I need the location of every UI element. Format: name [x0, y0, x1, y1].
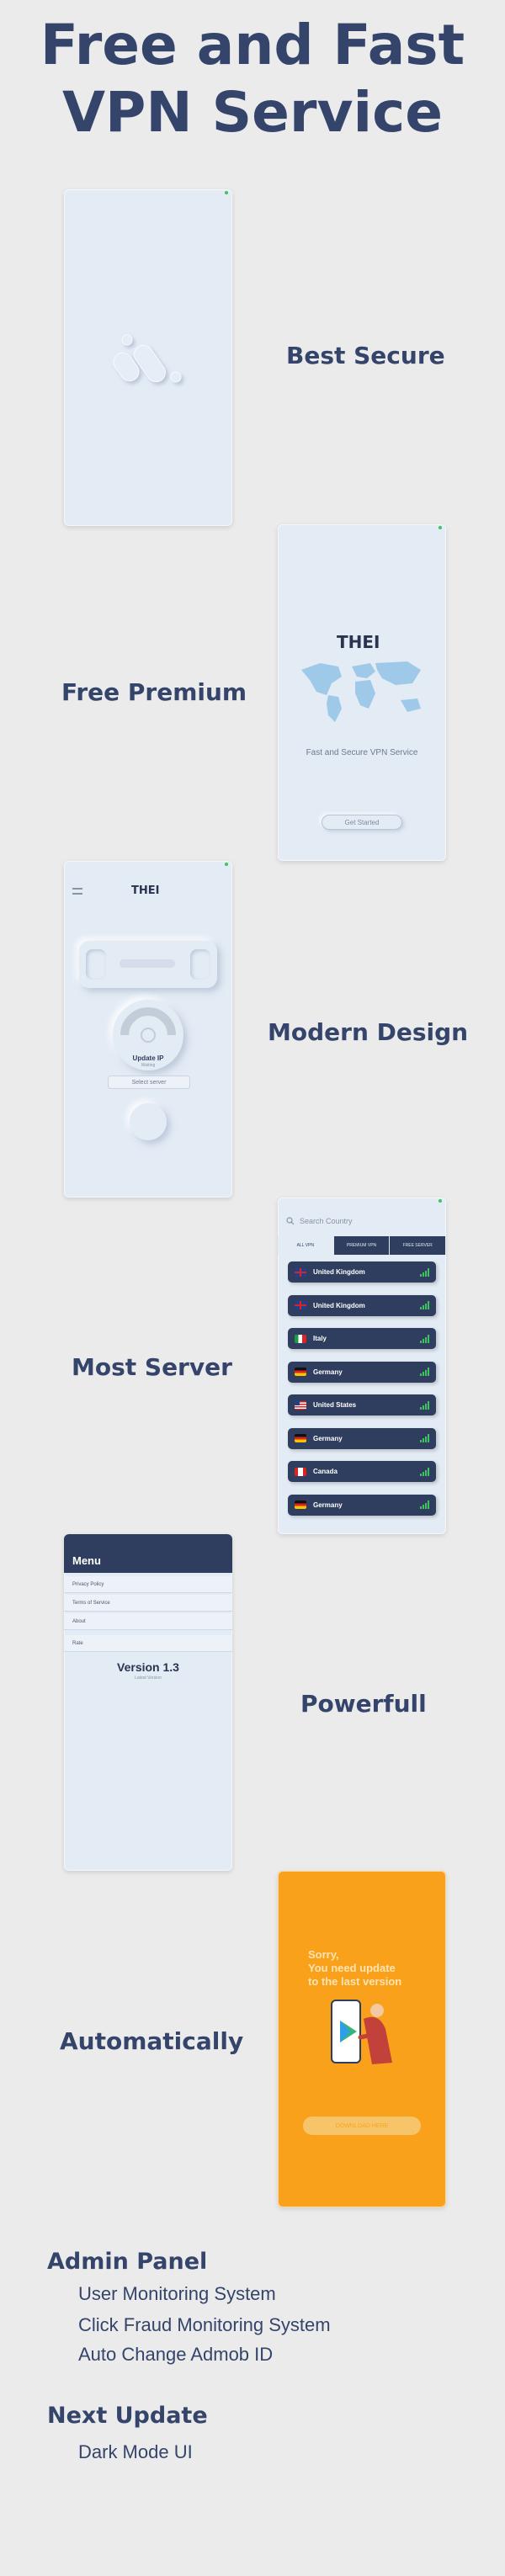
- brand-name: THEI: [337, 632, 380, 652]
- server-item[interactable]: Germany: [288, 1361, 436, 1383]
- select-server-button[interactable]: Select server: [108, 1076, 190, 1089]
- server-item[interactable]: Germany: [288, 1427, 436, 1449]
- update-message: Sorry, You need update to the last versi…: [308, 1948, 401, 1989]
- server-country: Germany: [313, 1434, 343, 1442]
- version-sub-label: Latest Version: [135, 1676, 162, 1681]
- app-tagline: Fast and Secure VPN Service: [306, 748, 418, 757]
- signal-icon: [420, 1500, 429, 1509]
- download-update-button[interactable]: DOWNLOAD HERE: [303, 2117, 421, 2135]
- upload-icon: [86, 949, 106, 980]
- flag-us-icon: [295, 1400, 306, 1410]
- world-map-icon: [301, 661, 421, 722]
- server-country: United States: [313, 1401, 357, 1409]
- update-message-line1: Sorry,: [308, 1948, 339, 1961]
- signal-icon: [420, 1301, 429, 1309]
- phone-screen-menu: Menu Privacy Policy Terms of Service Abo…: [64, 1534, 232, 1871]
- hamburger-menu-icon[interactable]: [72, 888, 82, 895]
- tab-premium-vpn[interactable]: PREMIUM VPN: [333, 1236, 391, 1255]
- phone-screen-update: Sorry, You need update to the last versi…: [278, 1871, 446, 2207]
- feature-label-modern-design: Modern Design: [268, 1018, 469, 1046]
- update-message-line3: to the last version: [308, 1975, 402, 1988]
- status-bar: [64, 861, 232, 869]
- hero-title: Free and Fast VPN Service: [0, 12, 505, 146]
- phone-screen-connect: THEI Update IP Waiting Select server: [64, 861, 232, 1198]
- menu-item-terms[interactable]: Terms of Service: [64, 1595, 232, 1612]
- server-country: Canada: [313, 1468, 338, 1475]
- tab-free-server[interactable]: FREE SERVER: [390, 1236, 446, 1255]
- phone-update-illustration-icon: [331, 2000, 392, 2064]
- server-item[interactable]: Germany: [288, 1494, 436, 1516]
- status-bar: [64, 1534, 232, 1543]
- signal-icon: [420, 1334, 429, 1343]
- server-tabs: ALL VPN PREMIUM VPN FREE SERVER: [278, 1236, 446, 1255]
- search-icon: [286, 1217, 295, 1225]
- phone-screen-splash: [64, 189, 232, 526]
- next-update-heading: Next Update: [47, 2403, 208, 2429]
- feature-label-powerfull: Powerfull: [300, 1690, 427, 1718]
- server-country: Germany: [313, 1368, 343, 1376]
- admin-item: Auto Change Admob ID: [78, 2344, 274, 2365]
- status-title: Update IP: [132, 1054, 164, 1062]
- menu-item-rate[interactable]: Rate: [64, 1635, 232, 1652]
- signal-icon: [420, 1434, 429, 1442]
- next-update-item: Dark Mode UI: [78, 2441, 193, 2462]
- status-bar: [64, 189, 232, 198]
- server-item[interactable]: Canada: [288, 1461, 436, 1482]
- update-message-line2: You need update: [308, 1962, 396, 1974]
- server-country: Italy: [313, 1335, 327, 1342]
- speed-indicator: [120, 959, 175, 968]
- status-bar: [278, 524, 446, 533]
- flag-italy-icon: [295, 1334, 306, 1343]
- server-list: United Kingdom United Kingdom Italy Germ…: [288, 1261, 436, 1527]
- admin-item: User Monitoring System: [78, 2283, 276, 2304]
- admin-panel-heading: Admin Panel: [47, 2249, 208, 2275]
- feature-label-free-premium: Free Premium: [61, 678, 247, 706]
- hero-title-line2: VPN Service: [61, 80, 444, 145]
- server-item[interactable]: Italy: [288, 1328, 436, 1349]
- admin-item: Click Fraud Monitoring System: [78, 2314, 331, 2335]
- status-bar: [278, 1198, 446, 1206]
- server-item[interactable]: United Kingdom: [288, 1294, 436, 1316]
- hero-title-line1: Free and Fast: [40, 13, 465, 77]
- status-sub: Waiting: [141, 1063, 156, 1068]
- server-round-button[interactable]: [130, 1103, 167, 1140]
- flag-uk-icon: [295, 1267, 306, 1277]
- get-started-button[interactable]: Get Started: [322, 815, 402, 830]
- download-icon: [190, 949, 210, 980]
- phone-screen-server-list: Search Country ALL VPN PREMIUM VPN FREE …: [278, 1198, 446, 1534]
- feature-label-most-server: Most Server: [72, 1353, 232, 1381]
- version-label: Version 1.3: [117, 1660, 179, 1674]
- status-dot-icon: [439, 1199, 442, 1203]
- status-bar: [278, 1871, 446, 1879]
- feature-label-best-secure: Best Secure: [286, 342, 445, 369]
- app-logo-icon: [113, 334, 182, 383]
- server-item[interactable]: United States: [288, 1394, 436, 1415]
- status-dot-icon: [225, 191, 228, 194]
- server-item[interactable]: United Kingdom: [288, 1261, 436, 1283]
- phone-screen-onboarding: THEI Fast and Secure VPN Service Get Sta…: [278, 524, 446, 861]
- menu-title: Menu: [64, 1543, 232, 1573]
- menu-item-about[interactable]: About: [64, 1613, 232, 1630]
- status-dot-icon: [225, 863, 228, 866]
- flag-canada-icon: [295, 1467, 306, 1476]
- signal-icon: [420, 1467, 429, 1476]
- brand-name: THEI: [131, 884, 160, 897]
- flag-germany-icon: [295, 1500, 306, 1509]
- search-placeholder: Search Country: [300, 1217, 353, 1225]
- server-country: Germany: [313, 1500, 343, 1509]
- server-country: United Kingdom: [313, 1301, 365, 1309]
- signal-icon: [420, 1400, 429, 1410]
- server-country: United Kingdom: [313, 1268, 365, 1276]
- signal-icon: [420, 1267, 429, 1277]
- search-bar[interactable]: Search Country: [278, 1213, 446, 1230]
- flag-germany-icon: [295, 1434, 306, 1442]
- connection-panel: [79, 941, 217, 988]
- tab-all-vpn[interactable]: ALL VPN: [278, 1236, 334, 1255]
- signal-icon: [420, 1368, 429, 1376]
- menu-item-privacy[interactable]: Privacy Policy: [64, 1576, 232, 1593]
- flag-germany-icon: [295, 1368, 306, 1376]
- status-dot-icon: [439, 526, 442, 529]
- feature-label-automatically: Automatically: [60, 2027, 244, 2055]
- flag-uk-icon: [295, 1301, 306, 1309]
